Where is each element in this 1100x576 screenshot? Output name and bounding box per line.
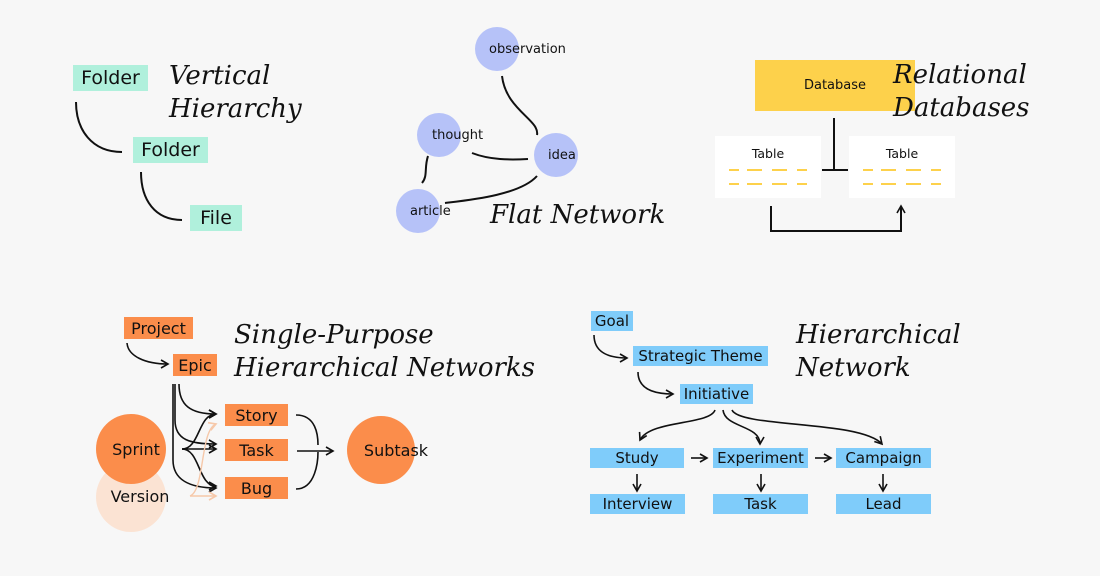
- node-story: Story: [225, 404, 288, 426]
- node-task: Task: [225, 439, 288, 461]
- node-bug: Bug: [225, 477, 288, 499]
- title-single-purpose: Single-Purpose Hierarchical Networks: [234, 319, 535, 385]
- node-study: Study: [590, 448, 684, 468]
- node-task-hn: Task: [713, 494, 808, 514]
- edge-initiative-campaign: [731, 409, 884, 446]
- title-line-2: Databases: [893, 93, 1030, 123]
- edge-db-tables: [822, 118, 848, 171]
- node-label: thought: [432, 127, 484, 143]
- edge-project-epic: [126, 342, 170, 369]
- label-subtask: Subtask: [363, 440, 429, 460]
- edge-epic-story: [178, 383, 218, 419]
- edge-sprint-bug: [181, 448, 218, 491]
- label-sprint: Sprint: [112, 439, 160, 459]
- label-version: Version: [110, 486, 170, 506]
- node-lead: Lead: [836, 494, 931, 514]
- edge-folder-file: [140, 171, 183, 221]
- edge-story-subtask: [295, 414, 319, 446]
- node-folder-root: Folder: [73, 65, 148, 91]
- title-line-1: Single-Purpose: [234, 320, 434, 350]
- title-line-2: Hierarchy: [169, 94, 302, 124]
- node-project: Project: [124, 317, 193, 339]
- title-line-1: Vertical: [169, 61, 271, 91]
- edge-initiative-study: [638, 409, 716, 442]
- node-idea: idea: [534, 133, 578, 177]
- title-relational-databases: Relational Databases: [893, 59, 1030, 125]
- edge-thought-idea: [471, 152, 529, 161]
- title-hierarchical-network: Hierarchical Network: [796, 319, 961, 385]
- node-label: article: [410, 203, 451, 219]
- node-interview: Interview: [590, 494, 685, 514]
- title-line-2: Hierarchical Networks: [234, 353, 536, 383]
- node-label: observation: [489, 41, 566, 57]
- title-line-2: Network: [796, 353, 911, 383]
- node-folder-child: Folder: [133, 137, 208, 163]
- edge-epic-bug: [172, 384, 218, 493]
- edge-sprint-story: [181, 409, 218, 450]
- node-strategic-theme: Strategic Theme: [633, 346, 768, 366]
- table-label: Table: [885, 146, 919, 161]
- node-thought: thought: [417, 113, 483, 157]
- node-experiment: Experiment: [713, 448, 808, 468]
- title-vertical-hierarchy: Vertical Hierarchy: [169, 60, 302, 126]
- edge-epic-task: [174, 384, 218, 449]
- title-line-1: Relational: [893, 60, 1027, 90]
- node-initiative: Initiative: [680, 384, 753, 404]
- edge-initiative-experiment: [722, 409, 765, 446]
- edge-theme-initiative: [637, 371, 675, 399]
- node-label: idea: [548, 147, 576, 163]
- edge-thought-article: [421, 155, 429, 184]
- node-file: File: [190, 205, 242, 231]
- edge-observation-idea: [501, 75, 539, 136]
- table-right: Table: [849, 136, 955, 198]
- database-box: Database: [755, 60, 915, 111]
- title-flat-network: Flat Network: [490, 200, 666, 230]
- edge-bug-subtask: [295, 451, 319, 490]
- edge-goal-theme: [593, 334, 629, 363]
- node-goal: Goal: [591, 311, 633, 331]
- table-left: Table: [715, 136, 821, 198]
- edge-table-table: [770, 204, 906, 232]
- table-label: Table: [751, 146, 785, 161]
- node-article: article: [396, 189, 451, 233]
- node-observation: observation: [475, 27, 566, 71]
- title-line-1: Hierarchical: [796, 320, 961, 350]
- edge-folder-folder: [75, 101, 123, 153]
- edge-version-story: [189, 421, 218, 497]
- node-epic: Epic: [173, 354, 217, 376]
- node-campaign: Campaign: [836, 448, 931, 468]
